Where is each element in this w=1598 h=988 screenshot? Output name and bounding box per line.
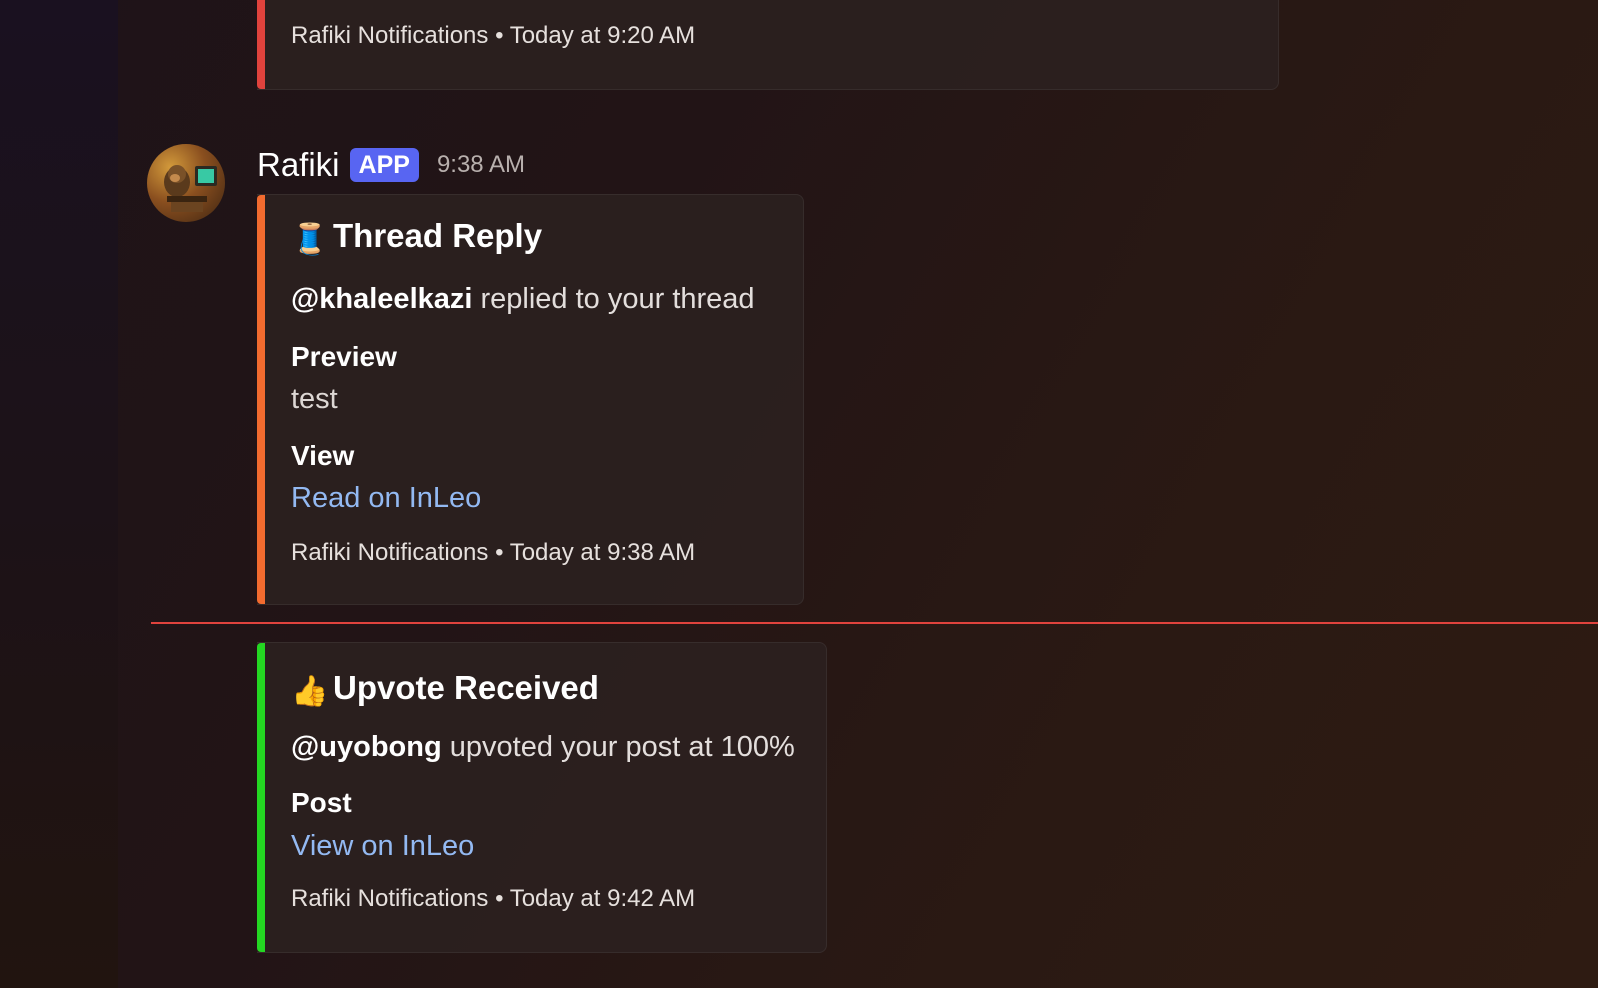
monkey-at-computer-avatar xyxy=(164,165,217,212)
app-badge: APP xyxy=(349,148,419,182)
embed-title: 🧵 Thread Reply xyxy=(291,217,542,257)
embed-description: @uyobong upvoted your post at 100% xyxy=(291,731,795,764)
thumbs-up-icon: 👍 xyxy=(291,675,329,708)
field-value-post: View on InLeo xyxy=(291,830,474,863)
description-text: replied to your thread xyxy=(472,283,755,315)
embed-footer: Rafiki Notifications • Today at 9:38 AM xyxy=(291,539,696,566)
field-name-view: View xyxy=(291,440,355,471)
embed-footer: Rafiki Notifications • Today at 9:42 AM xyxy=(291,885,696,912)
user-mention[interactable]: @khaleelkazi xyxy=(291,283,472,315)
field-name-preview: Preview xyxy=(291,341,397,372)
server-sidebar-edge xyxy=(0,0,118,988)
thread-reply-embed: 🧵 Thread Reply @khaleelkazi replied to yo… xyxy=(257,194,804,605)
user-mention[interactable]: @uyobong xyxy=(291,731,442,763)
embed-accent-bar xyxy=(257,0,265,89)
field-value-preview: test xyxy=(291,383,338,415)
field-name-post: Post xyxy=(291,787,352,818)
upvote-received-embed: 👍 Upvote Received @uyobong upvoted your p… xyxy=(257,642,827,953)
embed-accent-bar xyxy=(257,643,265,952)
field-value-view: Read on InLeo xyxy=(291,482,481,515)
new-messages-divider xyxy=(151,622,1598,624)
author-name[interactable]: Rafiki xyxy=(257,146,340,184)
view-on-inleo-link[interactable]: View on InLeo xyxy=(291,830,474,862)
avatar[interactable] xyxy=(147,144,225,222)
spool-of-thread-icon: 🧵 xyxy=(291,223,329,256)
previous-embed: Rafiki Notifications • Today at 9:20 AM xyxy=(257,0,1279,90)
embed-footer: Rafiki Notifications • Today at 9:20 AM xyxy=(291,22,696,49)
embed-accent-bar xyxy=(257,195,265,604)
read-on-inleo-link[interactable]: Read on InLeo xyxy=(291,482,481,514)
message-header: Rafiki APP 9:38 AM xyxy=(257,143,525,187)
embed-title-text: Thread Reply xyxy=(333,217,543,254)
embed-title: 👍 Upvote Received xyxy=(291,669,599,709)
description-text: upvoted your post at 100% xyxy=(441,731,795,763)
embed-description: @khaleelkazi replied to your thread xyxy=(291,283,755,316)
embed-title-text: Upvote Received xyxy=(333,669,599,706)
message-timestamp[interactable]: 9:38 AM xyxy=(437,151,525,179)
